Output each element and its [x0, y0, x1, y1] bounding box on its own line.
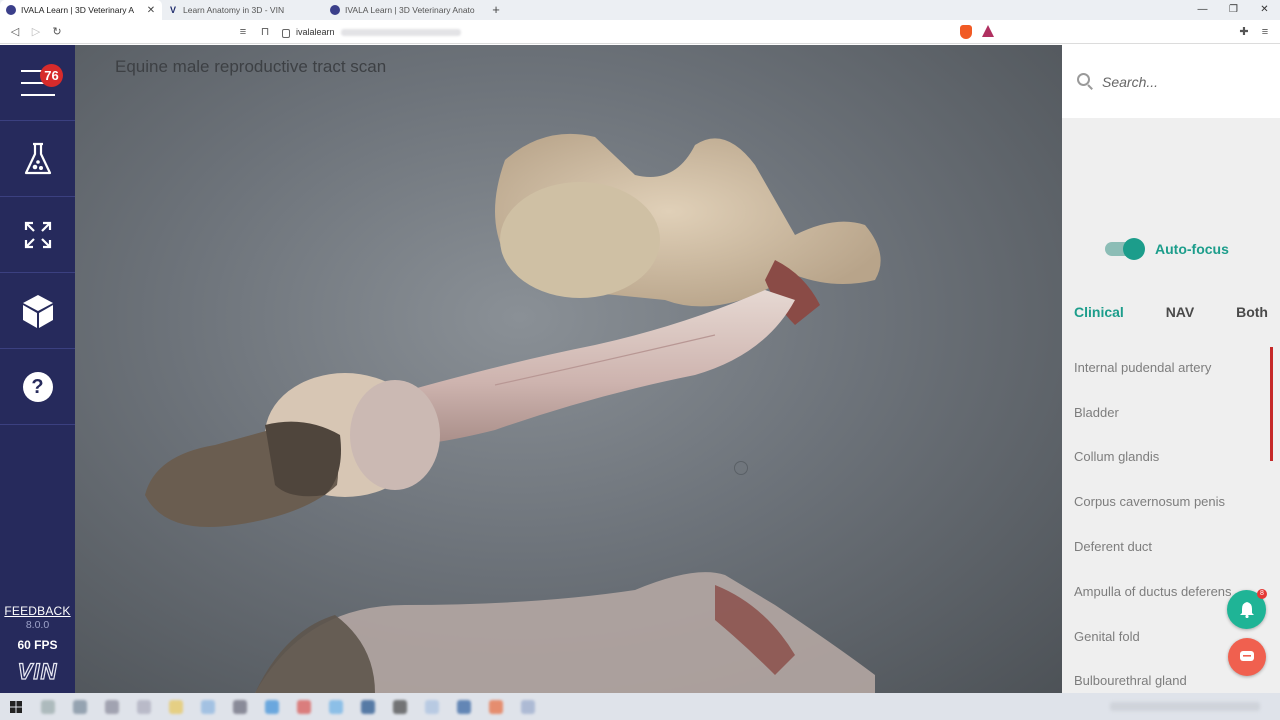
model-view-button[interactable] — [0, 273, 75, 349]
browser-tab-ivala-2[interactable]: IVALA Learn | 3D Veterinary Anato — [324, 0, 486, 20]
taskbar-app-icon[interactable] — [393, 699, 407, 714]
scan-title: Equine male reproductive tract scan — [115, 57, 387, 76]
structure-tabs: Clinical NAV Both — [1062, 304, 1280, 320]
url-text: ivalalearn — [296, 27, 335, 37]
taskbar-app-icon[interactable] — [489, 699, 503, 714]
equine-reproductive-tract-model — [145, 133, 881, 693]
system-tray[interactable] — [1110, 702, 1260, 711]
search-bar — [1062, 45, 1280, 118]
minimize-icon[interactable]: — — [1187, 0, 1218, 20]
ivala-app: 76 ? FEEDBACK 8.0.0 60 FPS VIN Equine ma… — [0, 45, 1280, 693]
help-icon: ? — [22, 371, 53, 402]
taskbar-app-icon[interactable] — [105, 699, 119, 714]
url-path-blurred — [340, 28, 461, 36]
windows-start-icon[interactable] — [0, 693, 32, 720]
cube-3d-icon — [22, 294, 53, 328]
toggle-knob — [1123, 238, 1145, 260]
reload-icon[interactable]: ↻ — [49, 24, 65, 40]
browser-nav-bar: ◁ ▷ ↻ ≡ ⊓ ivalalearn ✚ ≡ — [0, 20, 1280, 44]
chat-button[interactable] — [1228, 638, 1266, 676]
structure-item[interactable]: Internal pudendal artery — [1062, 345, 1272, 390]
version-text: 8.0.0 — [25, 619, 50, 631]
taskbar-app-icon[interactable] — [521, 699, 535, 714]
address-bar[interactable]: ivalalearn — [282, 23, 1000, 41]
taskbar-app-icon[interactable] — [233, 699, 247, 714]
os-taskbar — [0, 693, 1280, 720]
vin-favicon-icon: V — [169, 5, 176, 15]
autofocus-control: Auto-focus — [1105, 238, 1229, 260]
search-input[interactable] — [1102, 73, 1262, 90]
reader-mode-icon[interactable]: ≡ — [235, 24, 251, 40]
ivala-favicon-icon — [6, 5, 16, 15]
brave-shield-icon[interactable] — [960, 25, 972, 39]
notification-count-badge: 8 — [1257, 589, 1267, 599]
browser-tab-vin[interactable]: V Learn Anatomy in 3D - VIN — [162, 0, 324, 20]
tab-title: Learn Anatomy in 3D - VIN — [183, 5, 285, 15]
lab-flask-icon — [24, 142, 51, 174]
back-icon[interactable]: ◁ — [7, 24, 23, 40]
taskbar-app-icon[interactable] — [137, 699, 151, 714]
browser-tab-ivala-1[interactable]: IVALA Learn | 3D Veterinary A ✕ — [0, 0, 162, 20]
structure-item[interactable]: Bladder — [1062, 390, 1272, 435]
structure-item[interactable]: Deferent duct — [1062, 524, 1272, 569]
taskbar-app-icon[interactable] — [201, 699, 215, 714]
taskbar-app-icon[interactable] — [425, 699, 439, 714]
tab-close-icon[interactable]: ✕ — [146, 5, 156, 16]
structure-item[interactable]: Collum glandis — [1062, 435, 1272, 480]
3d-viewer-canvas[interactable]: Equine male reproductive tract scan — [75, 45, 1062, 693]
taskbar-app-icon[interactable] — [265, 699, 279, 714]
new-tab-button[interactable]: + — [486, 0, 506, 20]
taskbar-app-icon[interactable] — [169, 699, 183, 714]
menu-button[interactable]: 76 — [0, 45, 75, 121]
left-sidebar: 76 ? FEEDBACK 8.0.0 60 FPS VIN — [0, 45, 75, 693]
taskbar-app-icon[interactable] — [41, 699, 55, 714]
bell-icon — [1239, 602, 1254, 618]
brave-rewards-icon[interactable] — [982, 25, 994, 37]
tab-title: IVALA Learn | 3D Veterinary Anato — [345, 5, 475, 15]
tab-nav[interactable]: NAV — [1166, 304, 1195, 320]
cursor-focus-ring — [734, 461, 748, 475]
feedback-link[interactable]: FEEDBACK — [0, 604, 75, 618]
taskbar-app-icon[interactable] — [297, 699, 311, 714]
ivala-favicon-icon — [330, 5, 340, 15]
taskbar-app-icon[interactable] — [329, 699, 343, 714]
window-controls: — ❐ ✕ — [1187, 0, 1280, 20]
restore-icon[interactable]: ❐ — [1218, 0, 1249, 20]
notification-badge: 76 — [40, 64, 63, 87]
extensions-icon[interactable]: ✚ — [1236, 24, 1252, 40]
browser-tab-bar: IVALA Learn | 3D Veterinary A ✕ V Learn … — [0, 0, 1280, 20]
search-icon — [1077, 72, 1095, 91]
lab-button[interactable] — [0, 121, 75, 197]
taskbar-app-icon[interactable] — [361, 699, 375, 714]
browser-menu-icon[interactable]: ≡ — [1257, 24, 1273, 40]
autofocus-toggle[interactable] — [1105, 238, 1145, 260]
chat-icon — [1240, 651, 1254, 661]
help-button[interactable]: ? — [0, 349, 75, 425]
lock-icon — [282, 28, 290, 38]
bookmark-icon[interactable]: ⊓ — [257, 24, 273, 40]
taskbar-app-icon[interactable] — [457, 699, 471, 714]
window-close-icon[interactable]: ✕ — [1249, 0, 1280, 20]
fullscreen-expand-icon — [24, 221, 51, 248]
autofocus-label: Auto-focus — [1155, 241, 1229, 257]
forward-icon[interactable]: ▷ — [28, 24, 44, 40]
tab-clinical[interactable]: Clinical — [1074, 304, 1124, 320]
taskbar-app-icon[interactable] — [73, 699, 87, 714]
fullscreen-button[interactable] — [0, 197, 75, 273]
tab-both[interactable]: Both — [1236, 304, 1268, 320]
structure-item[interactable]: Corpus cavernosum penis — [1062, 479, 1272, 524]
vin-logo: VIN — [17, 658, 58, 684]
sidebar-footer: FEEDBACK 8.0.0 60 FPS VIN — [0, 604, 75, 685]
list-scrollbar[interactable] — [1270, 347, 1273, 461]
tab-title: IVALA Learn | 3D Veterinary A — [21, 5, 135, 15]
fps-counter: 60 FPS — [17, 638, 58, 652]
